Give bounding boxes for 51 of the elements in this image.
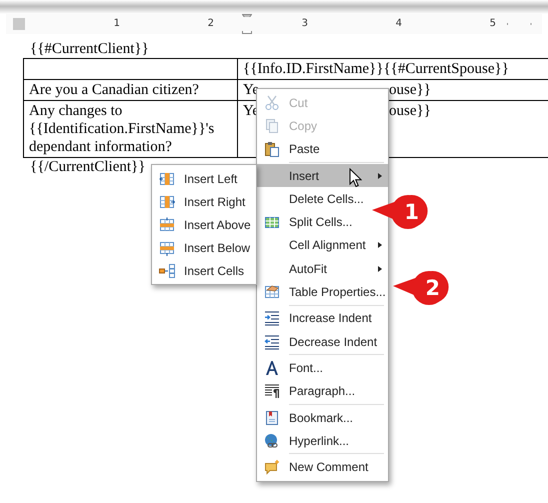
- submenu-arrow-icon: [378, 172, 382, 179]
- globe-link-icon: [264, 432, 280, 449]
- menu-item[interactable]: Insert Cells: [152, 259, 256, 282]
- menu-item[interactable]: Insert Above: [152, 213, 256, 236]
- indent-increase-icon: [264, 310, 280, 326]
- table-cell-text: ouse}}: [389, 102, 432, 120]
- clipboard-icon: [264, 141, 280, 158]
- menu-item[interactable]: Table Properties...: [257, 280, 388, 304]
- insert-column-right-icon: [159, 194, 175, 210]
- table-cell: Any changes to {{Identification.FirstName}}'s dependant information?: [29, 103, 214, 155]
- ruler-number: 1: [114, 18, 120, 29]
- insert-row-above-icon: [159, 216, 175, 232]
- table-cell: {{Info.ID.FirstName}}{{#CurrentSpouse}}: [243, 61, 509, 77]
- ruler-number: 5: [490, 18, 496, 29]
- table-cell-text: ouse}}: [389, 81, 432, 99]
- ruler-number: 4: [396, 18, 402, 29]
- comment-icon: [264, 459, 280, 476]
- menu-item[interactable]: Paste: [257, 138, 388, 161]
- table-icon: [264, 214, 280, 230]
- insert-row-below-icon: [159, 240, 175, 256]
- indent-decrease-icon: [264, 334, 280, 350]
- menu-item[interactable]: Hyperlink...: [257, 429, 388, 452]
- bookmark-icon: [264, 410, 280, 426]
- ruler-number: 2: [208, 18, 214, 29]
- menu-item[interactable]: Insert Right: [152, 190, 256, 213]
- margin-marker-icon[interactable]: [13, 18, 25, 30]
- mouse-pointer-icon: [349, 168, 362, 188]
- menu-item[interactable]: Font...: [257, 356, 388, 380]
- menu-item[interactable]: Bookmark...: [257, 406, 388, 430]
- menu-item[interactable]: AutoFit: [257, 257, 388, 280]
- insert-cells-icon: [159, 262, 175, 278]
- menu-item[interactable]: Decrease Indent: [257, 330, 388, 354]
- table-hand-icon: [264, 284, 280, 300]
- menu-item[interactable]: Paragraph...: [257, 380, 388, 403]
- scissors-icon: [264, 94, 280, 111]
- insert-column-left-icon: [159, 170, 175, 186]
- menu-item[interactable]: Cell Alignment: [257, 234, 388, 258]
- template-tag: {{/CurrentClient}}: [30, 158, 146, 176]
- menu-item[interactable]: Insert Below: [152, 236, 256, 259]
- ruler-number: 3: [302, 18, 308, 29]
- menu-item[interactable]: New Comment: [257, 455, 388, 479]
- letter-a-icon: [264, 360, 280, 376]
- submenu-arrow-icon: [378, 242, 382, 248]
- menu-item[interactable]: Insert Left: [152, 167, 256, 190]
- menu-item[interactable]: Increase Indent: [257, 306, 388, 330]
- template-tag: {{#CurrentClient}}: [30, 40, 149, 58]
- table-cell: Are you a Canadian citizen?: [29, 82, 199, 98]
- paragraph-icon: [264, 383, 280, 400]
- submenu-arrow-icon: [378, 266, 382, 272]
- menu-item[interactable]: Insert: [257, 164, 388, 188]
- copy-icon: [264, 118, 280, 134]
